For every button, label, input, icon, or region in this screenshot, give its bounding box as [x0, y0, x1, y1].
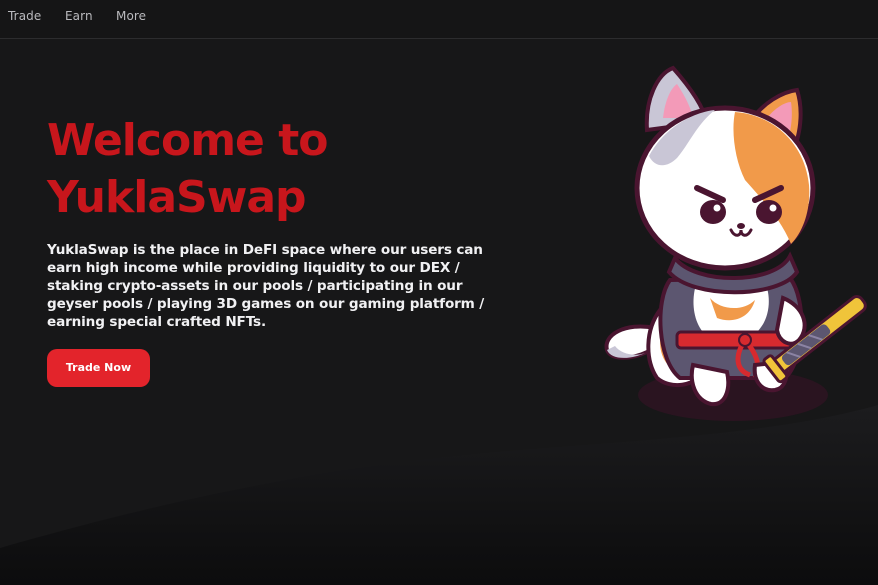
top-navigation: Trade Earn More [0, 0, 878, 39]
hero-description: YuklaSwap is the place in DeFI space whe… [47, 242, 485, 330]
nav-item-earn[interactable]: Earn [65, 9, 93, 23]
trade-now-button[interactable]: Trade Now [47, 349, 150, 387]
samurai-cat-mascot-icon [604, 65, 867, 421]
hero-title: Welcome to YuklaSwap [47, 115, 328, 223]
nav-item-trade[interactable]: Trade [8, 9, 41, 23]
nav-item-more[interactable]: More [116, 9, 146, 23]
landing-page: Trade Earn More Welcome to YuklaSwap Yuk… [0, 0, 878, 585]
